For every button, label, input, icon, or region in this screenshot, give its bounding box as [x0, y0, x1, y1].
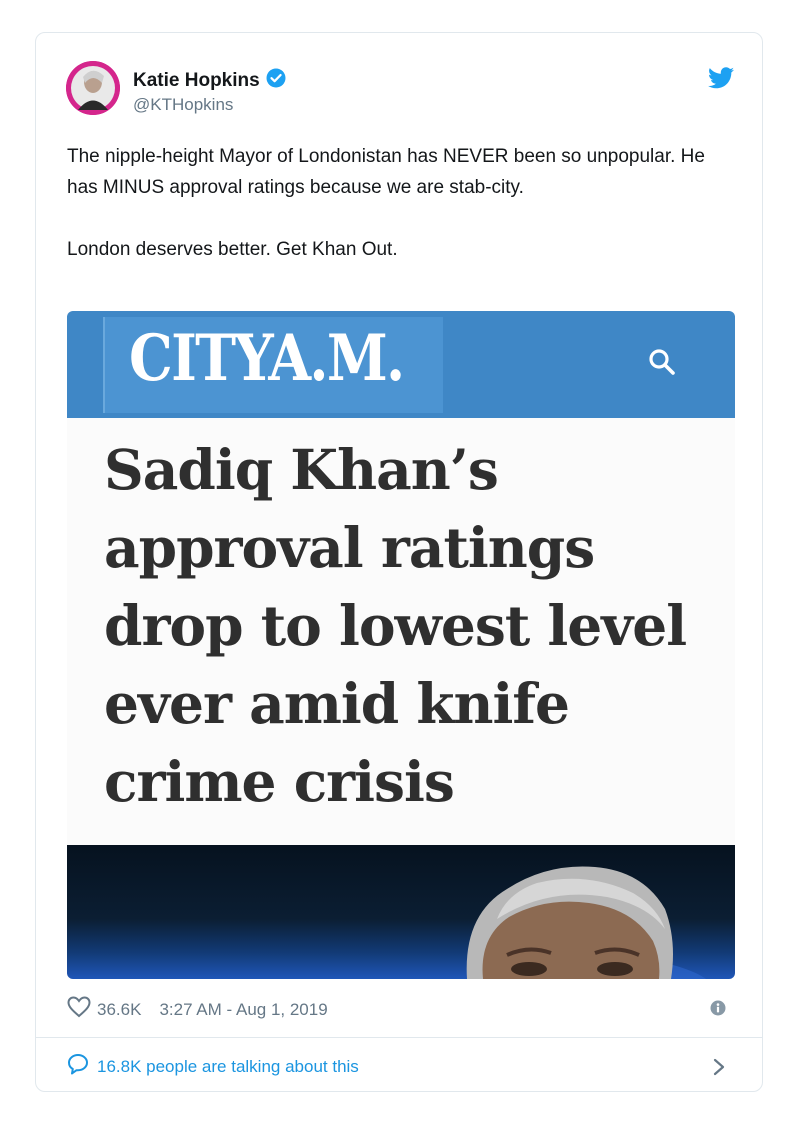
article-headline: Sadiq Khan’s approval ratings drop to lo…	[104, 437, 687, 814]
avatar[interactable]	[66, 61, 120, 115]
speech-bubble-icon	[67, 1053, 89, 1080]
tweet-card: Katie Hopkins @KTHopkins The nipple-heig…	[35, 32, 763, 1092]
chevron-right-icon[interactable]	[712, 1058, 726, 1081]
like-count[interactable]: 36.6K	[97, 1000, 141, 1020]
twitter-bird-icon[interactable]	[708, 67, 734, 94]
author-handle[interactable]: @KTHopkins	[133, 95, 233, 115]
heart-icon[interactable]	[67, 996, 91, 1023]
article-photo	[67, 845, 735, 979]
author-row: Katie Hopkins	[133, 68, 286, 93]
info-icon[interactable]	[710, 1000, 726, 1021]
logo-box: CITYA.M.	[103, 317, 443, 413]
talking-count[interactable]: 16.8K people are talking about this	[97, 1057, 359, 1077]
timestamp[interactable]: 3:27 AM - Aug 1, 2019	[159, 1000, 327, 1020]
conversation-link[interactable]: 16.8K people are talking about this	[67, 1053, 359, 1080]
tweet-text: The nipple-height Mayor of Londonistan h…	[67, 146, 705, 260]
masthead: CITYA.M.	[67, 311, 735, 418]
publication-logo: CITYA.M.	[129, 321, 405, 396]
author-name[interactable]: Katie Hopkins	[133, 70, 260, 92]
media-card[interactable]: CITYA.M. Sadiq Khan’s approval ratings d…	[67, 311, 735, 979]
avatar-portrait	[66, 61, 120, 115]
verified-badge-icon	[266, 68, 286, 93]
search-icon	[647, 347, 677, 382]
photo-figure	[466, 866, 707, 979]
tweet-footer: 36.6K 3:27 AM - Aug 1, 2019	[67, 996, 328, 1023]
divider	[36, 1037, 762, 1038]
